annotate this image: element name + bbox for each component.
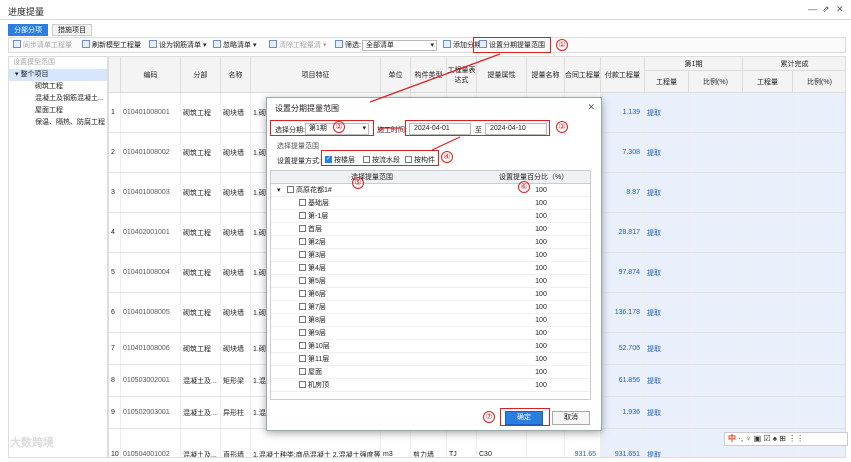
watermark-logo: 大数跨境 — [10, 437, 54, 449]
ime-lang: 中 — [728, 434, 736, 443]
arrow-line — [431, 136, 461, 151]
ime-toolbar[interactable]: 中 ·, ♀ ▣ ☑ ♠ ⊞ ⋮⋮ — [724, 432, 848, 446]
ime-symbols: ·, ♀ ▣ ☑ ♠ ⊞ ⋮⋮ — [738, 434, 805, 443]
arrow-line — [369, 53, 501, 103]
annotation-arrows — [369, 53, 501, 151]
